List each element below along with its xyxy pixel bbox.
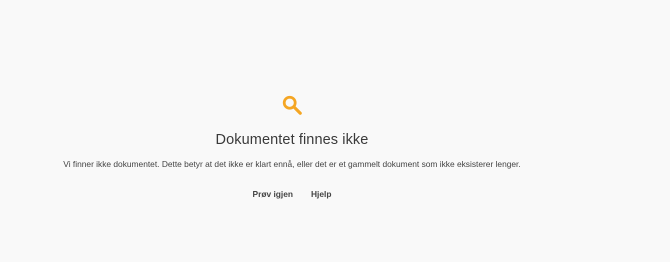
not-found-page: Dokumentet finnes ikke Vi finner ikke do… bbox=[0, 0, 670, 262]
empty-state: Dokumentet finnes ikke Vi finner ikke do… bbox=[0, 93, 584, 203]
error-description: Vi finner ikke dokumentet. Dette betyr a… bbox=[63, 159, 521, 169]
search-icon bbox=[280, 93, 304, 117]
action-bar: Prøv igjen Hjelp bbox=[244, 185, 341, 203]
page-title: Dokumentet finnes ikke bbox=[215, 132, 369, 148]
retry-button[interactable]: Prøv igjen bbox=[244, 185, 303, 203]
help-button[interactable]: Hjelp bbox=[302, 185, 340, 203]
